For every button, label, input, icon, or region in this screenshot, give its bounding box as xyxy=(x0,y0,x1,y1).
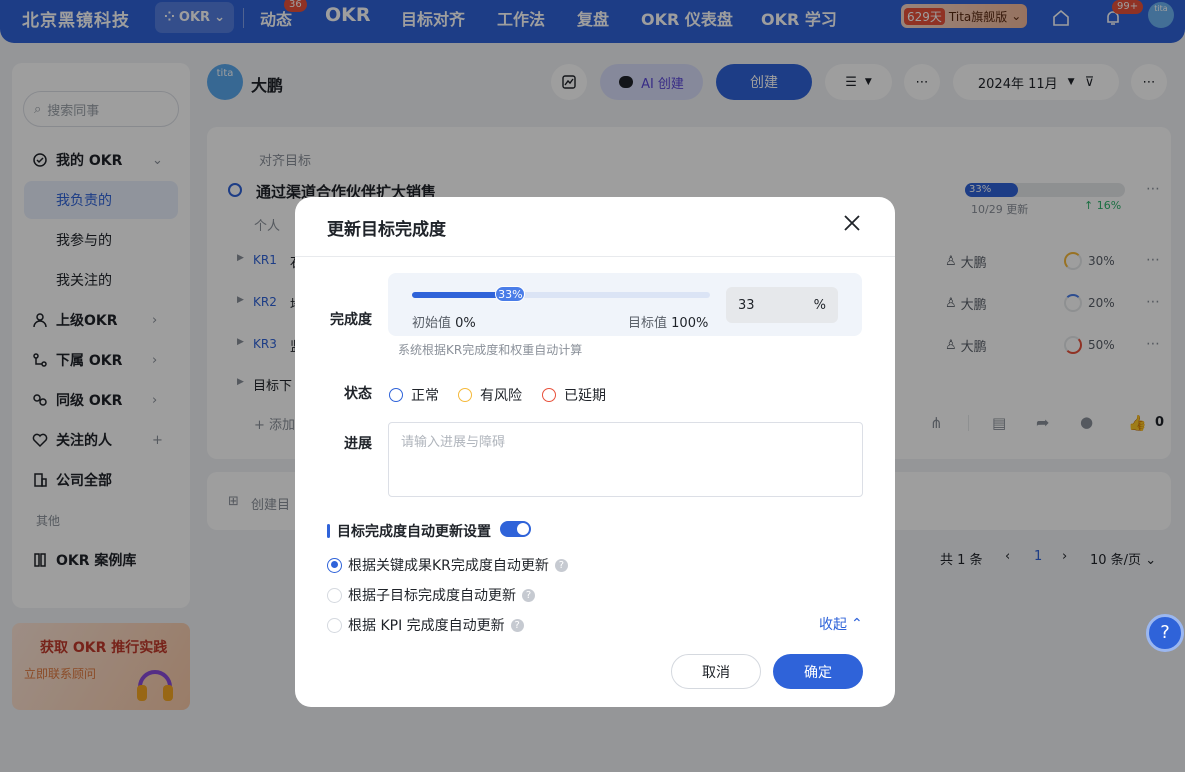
collapse-button[interactable]: 收起 ⌃ xyxy=(819,614,863,634)
auto-option-subgoal[interactable]: 根据子目标完成度自动更新 ? xyxy=(327,585,535,605)
help-button[interactable]: ? xyxy=(1146,614,1184,652)
question-icon[interactable]: ? xyxy=(522,588,535,602)
auto-option-label: 根据 KPI 完成度自动更新 xyxy=(348,618,505,634)
auto-update-toggle[interactable] xyxy=(500,521,531,537)
progress-note-label: 进展 xyxy=(344,436,372,452)
status-delayed[interactable]: 已延期 xyxy=(542,385,606,405)
radio-normal[interactable] xyxy=(389,388,403,402)
completion-input-value: 33 xyxy=(738,297,755,313)
completion-slider[interactable]: 33% xyxy=(412,286,710,302)
slider-handle[interactable]: 33% xyxy=(495,286,526,302)
collapse-label: 收起 xyxy=(819,617,847,633)
update-progress-modal: 更新目标完成度 完成度 33% 初始值 0% 目标值 100% 33 % 系统根… xyxy=(295,197,895,707)
initial-label: 初始值 xyxy=(412,316,452,331)
progress-note-input[interactable]: 请输入进展与障碍 xyxy=(388,422,863,497)
completion-box: 33% 初始值 0% 目标值 100% 33 % xyxy=(388,273,862,336)
auto-option-kr[interactable]: 根据关键成果KR完成度自动更新 ? xyxy=(327,555,568,575)
close-icon[interactable] xyxy=(843,214,861,232)
radio-unselected[interactable] xyxy=(327,617,342,633)
radio-delayed[interactable] xyxy=(542,388,556,402)
chevron-up-icon: ⌃ xyxy=(851,616,863,632)
status-option-label: 正常 xyxy=(411,388,439,404)
section-marker xyxy=(327,524,330,538)
completion-label: 完成度 xyxy=(330,312,372,328)
status-normal[interactable]: 正常 xyxy=(389,385,439,405)
radio-unselected[interactable] xyxy=(327,587,342,603)
target-number: 100% xyxy=(671,316,709,331)
radio-selected[interactable] xyxy=(327,557,342,573)
target-label: 目标值 xyxy=(628,316,668,331)
cancel-button[interactable]: 取消 xyxy=(671,654,761,689)
initial-value: 初始值 0% xyxy=(412,312,476,331)
completion-input[interactable]: 33 % xyxy=(726,287,838,323)
question-icon[interactable]: ? xyxy=(554,558,568,572)
percent-unit: % xyxy=(813,297,826,313)
auto-option-kpi[interactable]: 根据 KPI 完成度自动更新 ? xyxy=(327,615,524,635)
toggle-knob xyxy=(517,523,529,535)
status-option-label: 已延期 xyxy=(564,388,606,404)
initial-number: 0% xyxy=(455,316,476,331)
auto-calc-note: 系统根据KR完成度和权重自动计算 xyxy=(398,343,583,357)
auto-option-label: 根据关键成果KR完成度自动更新 xyxy=(348,558,549,574)
confirm-button[interactable]: 确定 xyxy=(773,654,863,689)
status-risk[interactable]: 有风险 xyxy=(458,385,522,405)
modal-title: 更新目标完成度 xyxy=(327,220,446,240)
status-label: 状态 xyxy=(344,386,372,402)
auto-option-label: 根据子目标完成度自动更新 xyxy=(348,588,516,604)
auto-update-title: 目标完成度自动更新设置 xyxy=(337,524,491,540)
status-option-label: 有风险 xyxy=(480,388,522,404)
target-value: 目标值 100% xyxy=(628,312,708,331)
radio-risk[interactable] xyxy=(458,388,472,402)
question-icon[interactable]: ? xyxy=(510,618,524,632)
divider xyxy=(295,256,895,257)
